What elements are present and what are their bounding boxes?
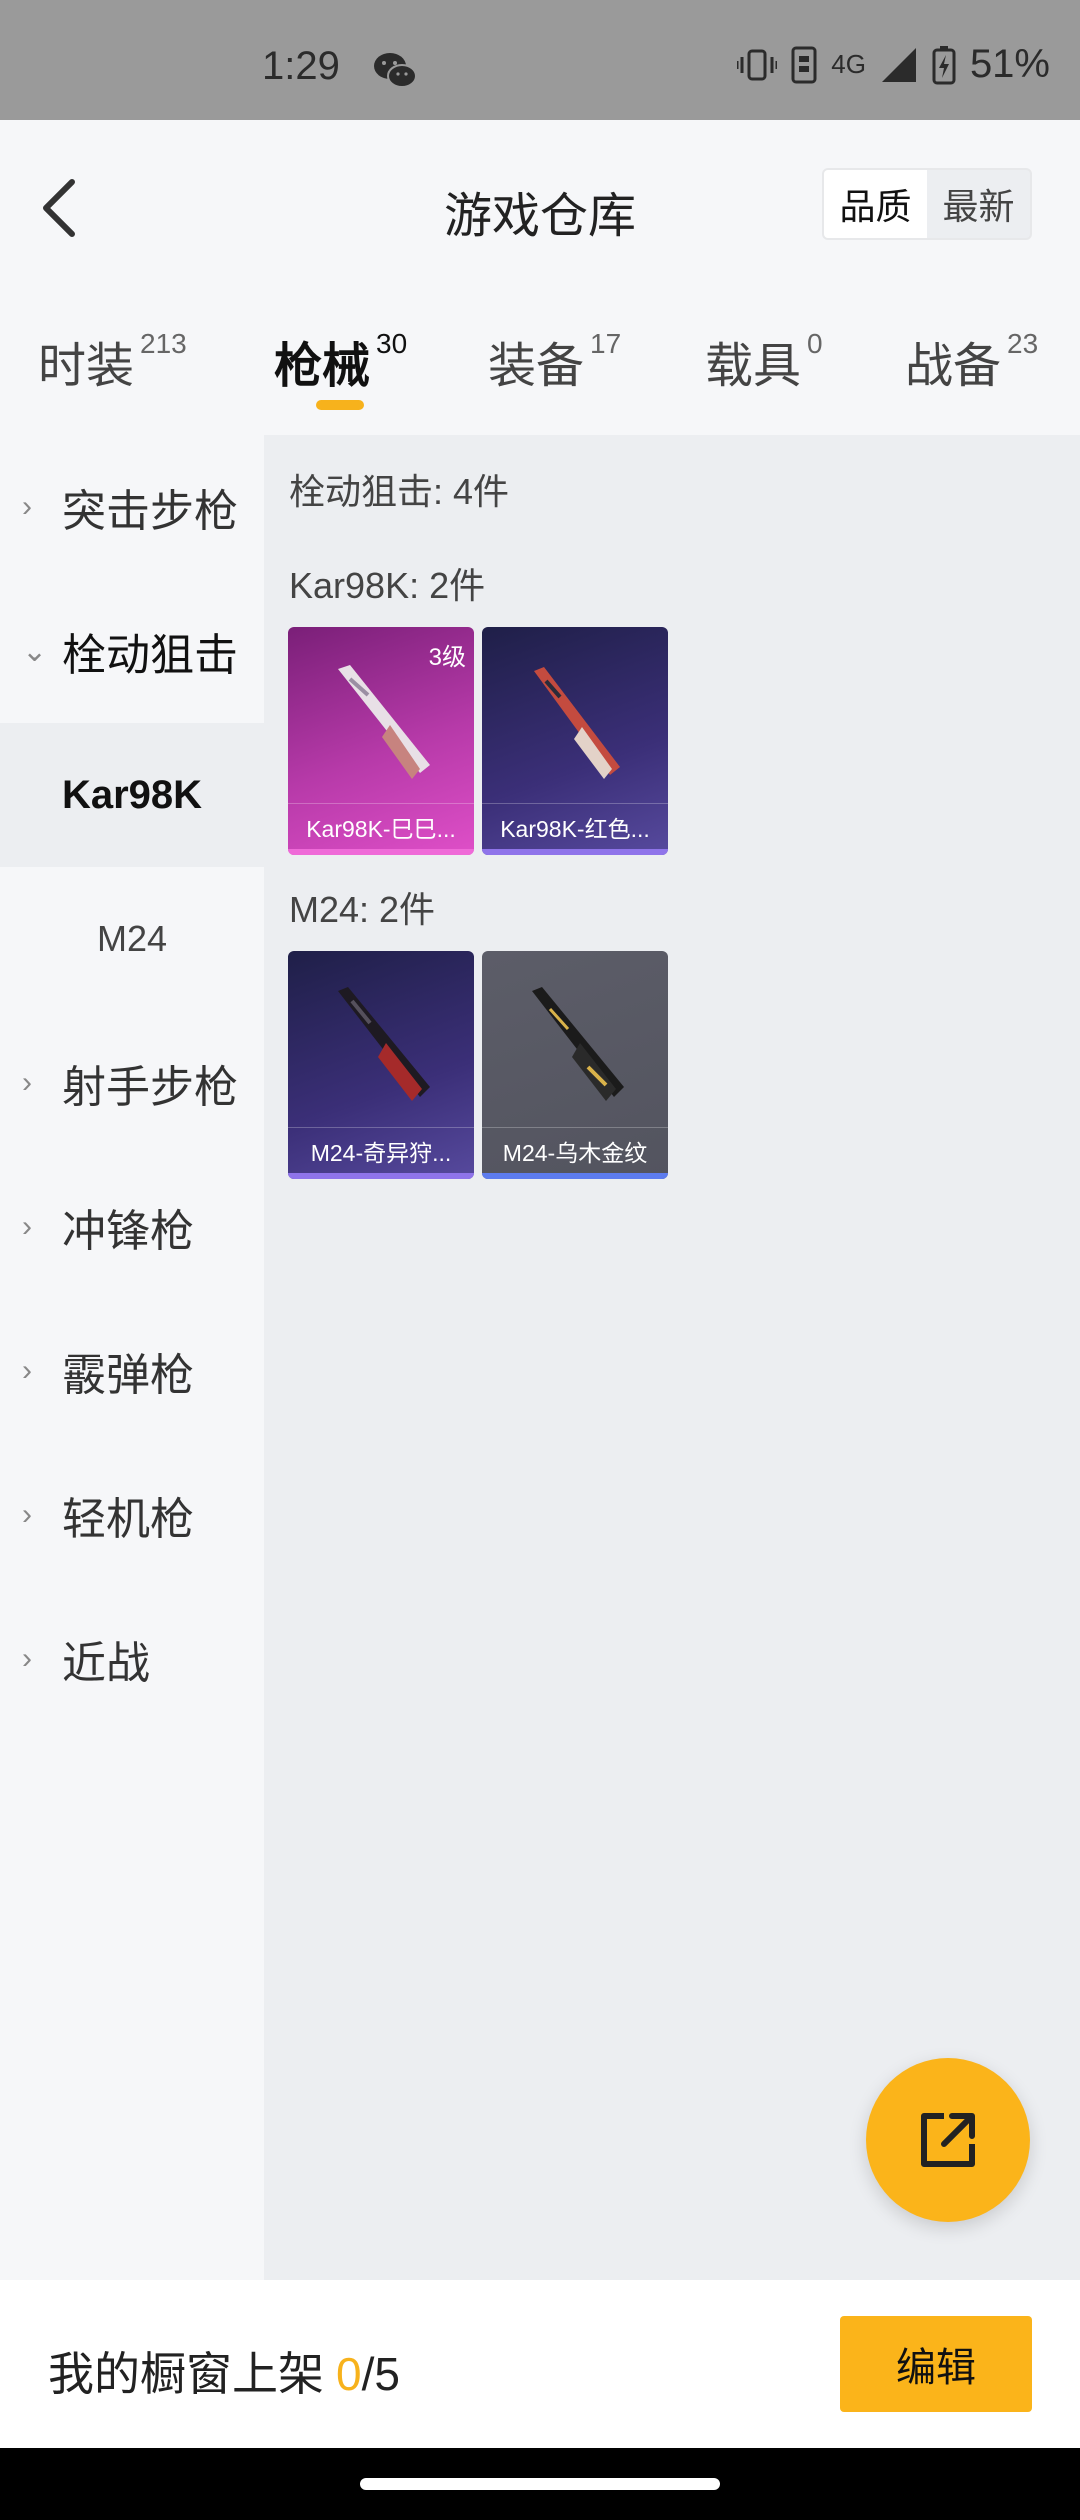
tab-label: 装备 xyxy=(488,340,585,393)
item-card[interactable]: Kar98K-红色... xyxy=(482,627,668,855)
item-grid-panel: 栓动狙击: 4件 Kar98K: 2件 3级 Kar98K-巳巳... Kar9… xyxy=(264,435,1080,2280)
chevron-right-icon: › xyxy=(22,1498,32,1531)
tab-count: 17 xyxy=(590,328,622,359)
sidebar-item-melee[interactable]: › 近战 xyxy=(0,1587,264,1731)
status-time: 1:29 xyxy=(262,44,340,88)
group-heading-kar98k: Kar98K: 2件 xyxy=(289,565,486,606)
status-right: 4G 51% xyxy=(737,42,1050,87)
network-type: 4G xyxy=(831,49,866,79)
tab-supplies[interactable]: 战备 23 xyxy=(905,326,1038,396)
chevron-right-icon: › xyxy=(22,1066,32,1099)
showcase-current-count: 0 xyxy=(336,2348,362,2400)
showcase-status: 我的橱窗上架 0 /5 xyxy=(48,2338,400,2404)
chevron-right-icon: › xyxy=(22,1210,32,1243)
weapon-type-sidebar: › 突击步枪 ⌄ 栓动狙击 Kar98K M24 › 射手步枪 › 冲锋枪 › … xyxy=(0,435,264,2280)
tab-label: 载具 xyxy=(705,340,802,393)
share-external-icon xyxy=(921,2113,975,2167)
tab-equipment[interactable]: 装备 17 xyxy=(488,326,621,396)
sidebar-item-smg[interactable]: › 冲锋枪 xyxy=(0,1155,264,1299)
tab-label: 战备 xyxy=(905,340,1002,393)
item-card[interactable]: M24-乌木金纹 xyxy=(482,951,668,1179)
sidebar-item-shotgun[interactable]: › 霰弹枪 xyxy=(0,1299,264,1443)
sidebar-item-lmg[interactable]: › 轻机枪 xyxy=(0,1443,264,1587)
battery-level: 51% xyxy=(969,42,1050,86)
tab-count: 213 xyxy=(140,328,187,359)
rifle-icon xyxy=(532,987,624,1101)
sidebar-item-label: 栓动狙击 xyxy=(62,631,238,680)
sidebar-item-marksman-rifle[interactable]: › 射手步枪 xyxy=(0,1011,264,1155)
quality-stripe xyxy=(482,849,668,855)
item-card[interactable]: M24-奇异狩... xyxy=(288,951,474,1179)
sidebar-item-label: 突击步枪 xyxy=(62,487,238,536)
item-name: M24-奇异狩... xyxy=(288,1127,474,1173)
sidebar-item-label: 射手步枪 xyxy=(62,1063,238,1112)
sidebar-subitem-m24[interactable]: M24 xyxy=(0,867,264,1011)
tab-firearms[interactable]: 枪械 30 xyxy=(274,326,407,396)
sort-quality-button[interactable]: 品质 xyxy=(824,170,927,238)
item-level-badge: 3级 xyxy=(428,644,466,671)
showcase-label: 我的橱窗上架 xyxy=(48,2348,324,2400)
tab-fashion[interactable]: 时装 213 xyxy=(38,326,187,396)
sidebar-item-label: 轻机枪 xyxy=(62,1495,194,1544)
sidebar-item-bolt-sniper[interactable]: ⌄ 栓动狙击 xyxy=(0,579,264,723)
sim-icon xyxy=(791,46,817,83)
share-fab-button[interactable] xyxy=(866,2058,1030,2222)
tab-count: 30 xyxy=(376,328,408,359)
rifle-icon xyxy=(534,667,620,779)
active-tab-indicator xyxy=(316,400,364,410)
showcase-total-count: /5 xyxy=(361,2348,400,2400)
status-bar: 1:29 4G 51% xyxy=(0,0,1080,120)
system-nav-bar xyxy=(0,2448,1080,2520)
sidebar-item-assault-rifle[interactable]: › 突击步枪 xyxy=(0,435,264,579)
sidebar-item-label: 近战 xyxy=(62,1639,150,1688)
header: 游戏仓库 品质 最新 xyxy=(0,120,1080,290)
item-name: M24-乌木金纹 xyxy=(482,1127,668,1173)
battery-charging-icon xyxy=(932,45,956,84)
quality-stripe xyxy=(288,849,474,855)
sort-toggle: 品质 最新 xyxy=(822,168,1032,240)
category-tabs: 时装 213 枪械 30 装备 17 载具 0 战备 23 xyxy=(0,290,1080,435)
tab-vehicles[interactable]: 载具 0 xyxy=(705,326,823,396)
sidebar-item-label: 霰弹枪 xyxy=(62,1351,194,1400)
wechat-icon xyxy=(374,53,417,88)
chevron-right-icon: › xyxy=(22,490,32,523)
chevron-right-icon: › xyxy=(22,1354,32,1387)
rifle-icon xyxy=(338,987,430,1101)
sidebar-subitem-kar98k[interactable]: Kar98K xyxy=(0,723,264,867)
category-summary: 栓动狙击: 4件 xyxy=(289,471,510,512)
sidebar-item-label: 冲锋枪 xyxy=(62,1207,194,1256)
sort-newest-button[interactable]: 最新 xyxy=(927,170,1030,238)
item-card[interactable]: 3级 Kar98K-巳巳... xyxy=(288,627,474,855)
signal-icon xyxy=(881,47,916,82)
item-name: Kar98K-红色... xyxy=(482,803,668,849)
tab-count: 23 xyxy=(1007,328,1039,359)
tab-label: 时装 xyxy=(38,340,135,393)
group-heading-m24: M24: 2件 xyxy=(289,889,436,930)
tab-label: 枪械 xyxy=(274,340,371,393)
vibrate-icon xyxy=(737,49,778,80)
quality-stripe xyxy=(482,1173,668,1179)
edit-button[interactable]: 编辑 xyxy=(840,2316,1032,2412)
home-gesture-handle[interactable] xyxy=(360,2478,720,2490)
tab-count: 0 xyxy=(807,328,823,359)
quality-stripe xyxy=(288,1173,474,1179)
showcase-bar: 我的橱窗上架 0 /5 编辑 xyxy=(0,2280,1080,2448)
chevron-right-icon: › xyxy=(22,1642,32,1675)
item-name: Kar98K-巳巳... xyxy=(288,803,474,849)
chevron-down-icon: ⌄ xyxy=(22,634,48,668)
